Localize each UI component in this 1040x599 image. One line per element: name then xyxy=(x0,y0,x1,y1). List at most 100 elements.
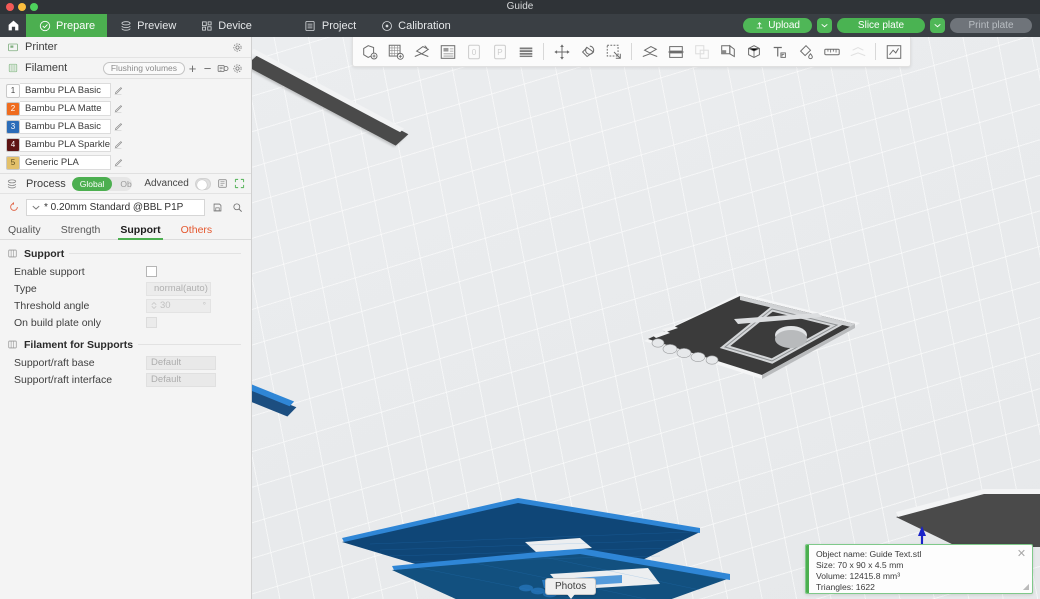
edit-filament-icon[interactable] xyxy=(111,101,125,116)
slice-dropdown-button[interactable] xyxy=(817,18,832,33)
move-icon[interactable] xyxy=(549,39,574,64)
scale-icon[interactable] xyxy=(601,39,626,64)
group-header: Support xyxy=(0,240,251,263)
parameter-row: Enable support xyxy=(0,263,251,280)
toolbar-separator xyxy=(631,43,632,60)
parameter-label: Threshold angle xyxy=(14,299,90,312)
close-icon[interactable]: ✕ xyxy=(1016,549,1027,560)
title-bar: Guide xyxy=(0,0,1040,14)
preset-selector[interactable]: * 0.20mm Standard @BBL P1P xyxy=(26,198,205,216)
measure-icon[interactable] xyxy=(819,39,844,64)
filament-name[interactable]: Bambu PLA Matte xyxy=(20,101,111,116)
tab-support[interactable]: Support xyxy=(118,224,163,240)
printer-section-row[interactable]: Printer xyxy=(0,37,251,58)
parameter-label: Support/raft base xyxy=(14,356,95,369)
nav-item-device[interactable]: Device xyxy=(188,14,264,37)
text-field-value: Default xyxy=(151,357,182,368)
dropdown-type[interactable]: normal(auto) xyxy=(146,281,211,296)
checkbox-on-build-plate-only[interactable] xyxy=(146,317,157,328)
filament-color-swatch[interactable]: 5 xyxy=(6,155,20,170)
object-info-panel: Object name: Guide Text.stl Size: 70 x 9… xyxy=(805,544,1033,594)
text-field[interactable]: Default xyxy=(146,355,216,370)
remove-filament-button[interactable]: − xyxy=(200,61,215,76)
resize-grip-icon[interactable]: ◢ xyxy=(1023,582,1029,591)
seam-painting-icon[interactable] xyxy=(741,39,766,64)
segment-global[interactable]: Global xyxy=(71,176,113,191)
edit-filament-icon[interactable] xyxy=(111,137,125,152)
tab-strength[interactable]: Strength xyxy=(61,224,101,239)
edit-filament-icon[interactable] xyxy=(111,155,125,170)
cut-icon[interactable] xyxy=(663,39,688,64)
text-field[interactable]: Default xyxy=(146,372,216,387)
slice-plate-button[interactable]: Slice plate xyxy=(837,18,925,33)
project-icon xyxy=(304,19,317,32)
support-group-icon xyxy=(6,247,19,260)
add-filament-button[interactable]: + xyxy=(185,61,200,76)
print-dropdown-button[interactable] xyxy=(930,18,945,33)
parameter-label: Enable support xyxy=(14,265,85,278)
search-icon[interactable] xyxy=(230,200,245,215)
pause-print-icon: P xyxy=(487,39,512,64)
advanced-toggle[interactable] xyxy=(194,177,211,190)
filament-name[interactable]: Generic PLA xyxy=(20,155,111,170)
lay-flat-icon[interactable] xyxy=(637,39,662,64)
nav-item-calibration[interactable]: Calibration xyxy=(368,14,463,37)
device-icon xyxy=(200,19,213,32)
filament-index: 4 xyxy=(10,140,16,149)
upload-button[interactable]: Upload xyxy=(743,18,812,33)
filament-index: 5 xyxy=(10,158,16,167)
rotate-icon[interactable] xyxy=(575,39,600,64)
arrange-icon[interactable] xyxy=(409,39,434,64)
support-painting-icon[interactable] xyxy=(715,39,740,64)
filament-name[interactable]: Bambu PLA Sparkle xyxy=(20,137,111,152)
filament-name[interactable]: Bambu PLA Basic xyxy=(20,119,111,134)
filament-settings-gear-icon[interactable] xyxy=(230,61,245,76)
add-plate-icon[interactable] xyxy=(383,39,408,64)
left-sidebar: Printer Filament Flushing volumes + − 1 xyxy=(0,37,252,599)
filament-color-swatch[interactable]: 2 xyxy=(6,101,20,116)
viewport-toolbar: 0P xyxy=(352,37,911,67)
edit-filament-icon[interactable] xyxy=(111,83,125,98)
filament-color-swatch[interactable]: 1 xyxy=(6,83,20,98)
printer-settings-gear-icon[interactable] xyxy=(230,40,245,55)
guide-text-plate-blue-selected[interactable] xyxy=(330,492,750,599)
3d-viewport[interactable]: 0P Photos Object name: Guide Text.stl Si… xyxy=(252,37,1040,599)
variable-layer-icon[interactable] xyxy=(881,39,906,64)
home-icon[interactable] xyxy=(0,14,26,37)
split-view-icon[interactable] xyxy=(435,39,460,64)
nav-item-project[interactable]: Project xyxy=(292,14,368,37)
reset-preset-icon[interactable] xyxy=(6,200,21,215)
tab-others[interactable]: Others xyxy=(181,224,213,239)
sync-filament-icon[interactable] xyxy=(215,61,230,76)
filament-name[interactable]: Bambu PLA Basic xyxy=(20,83,111,98)
nav-label: Device xyxy=(218,19,252,32)
printer-label: Printer xyxy=(25,41,58,53)
process-label: Process xyxy=(26,177,66,190)
save-preset-icon[interactable] xyxy=(210,200,225,215)
tab-quality[interactable]: Quality xyxy=(8,224,41,239)
expand-params-icon[interactable] xyxy=(234,176,245,191)
parameter-row: On build plate only xyxy=(0,314,251,331)
photos-tooltip[interactable]: Photos xyxy=(545,578,597,599)
nav-item-preview[interactable]: Preview xyxy=(107,14,188,37)
nav-label: Prepare xyxy=(56,19,96,32)
filament-color-swatch[interactable]: 4 xyxy=(6,137,20,152)
print-plate-button[interactable]: Print plate xyxy=(950,18,1032,33)
segment-objects[interactable]: Objects xyxy=(112,177,132,191)
filament-color-swatch[interactable]: 3 xyxy=(6,119,20,134)
guide-text-plate-dark[interactable] xyxy=(622,275,882,387)
text-field-value: Default xyxy=(151,374,182,385)
nav-label: Preview xyxy=(137,19,177,32)
nav-item-prepare[interactable]: Prepare xyxy=(26,14,108,37)
edit-filament-icon[interactable] xyxy=(111,119,125,134)
filament-index: 3 xyxy=(10,122,16,131)
spinner-threshold-angle[interactable]: 30 ° xyxy=(146,298,211,313)
compare-icon[interactable] xyxy=(217,176,228,191)
color-painting-icon[interactable] xyxy=(793,39,818,64)
add-object-icon[interactable] xyxy=(357,39,382,64)
text-emboss-icon[interactable] xyxy=(767,39,792,64)
layers-icon[interactable] xyxy=(513,39,538,64)
checkbox-enable-support[interactable] xyxy=(146,266,157,277)
flushing-volumes-button[interactable]: Flushing volumes xyxy=(102,61,185,75)
